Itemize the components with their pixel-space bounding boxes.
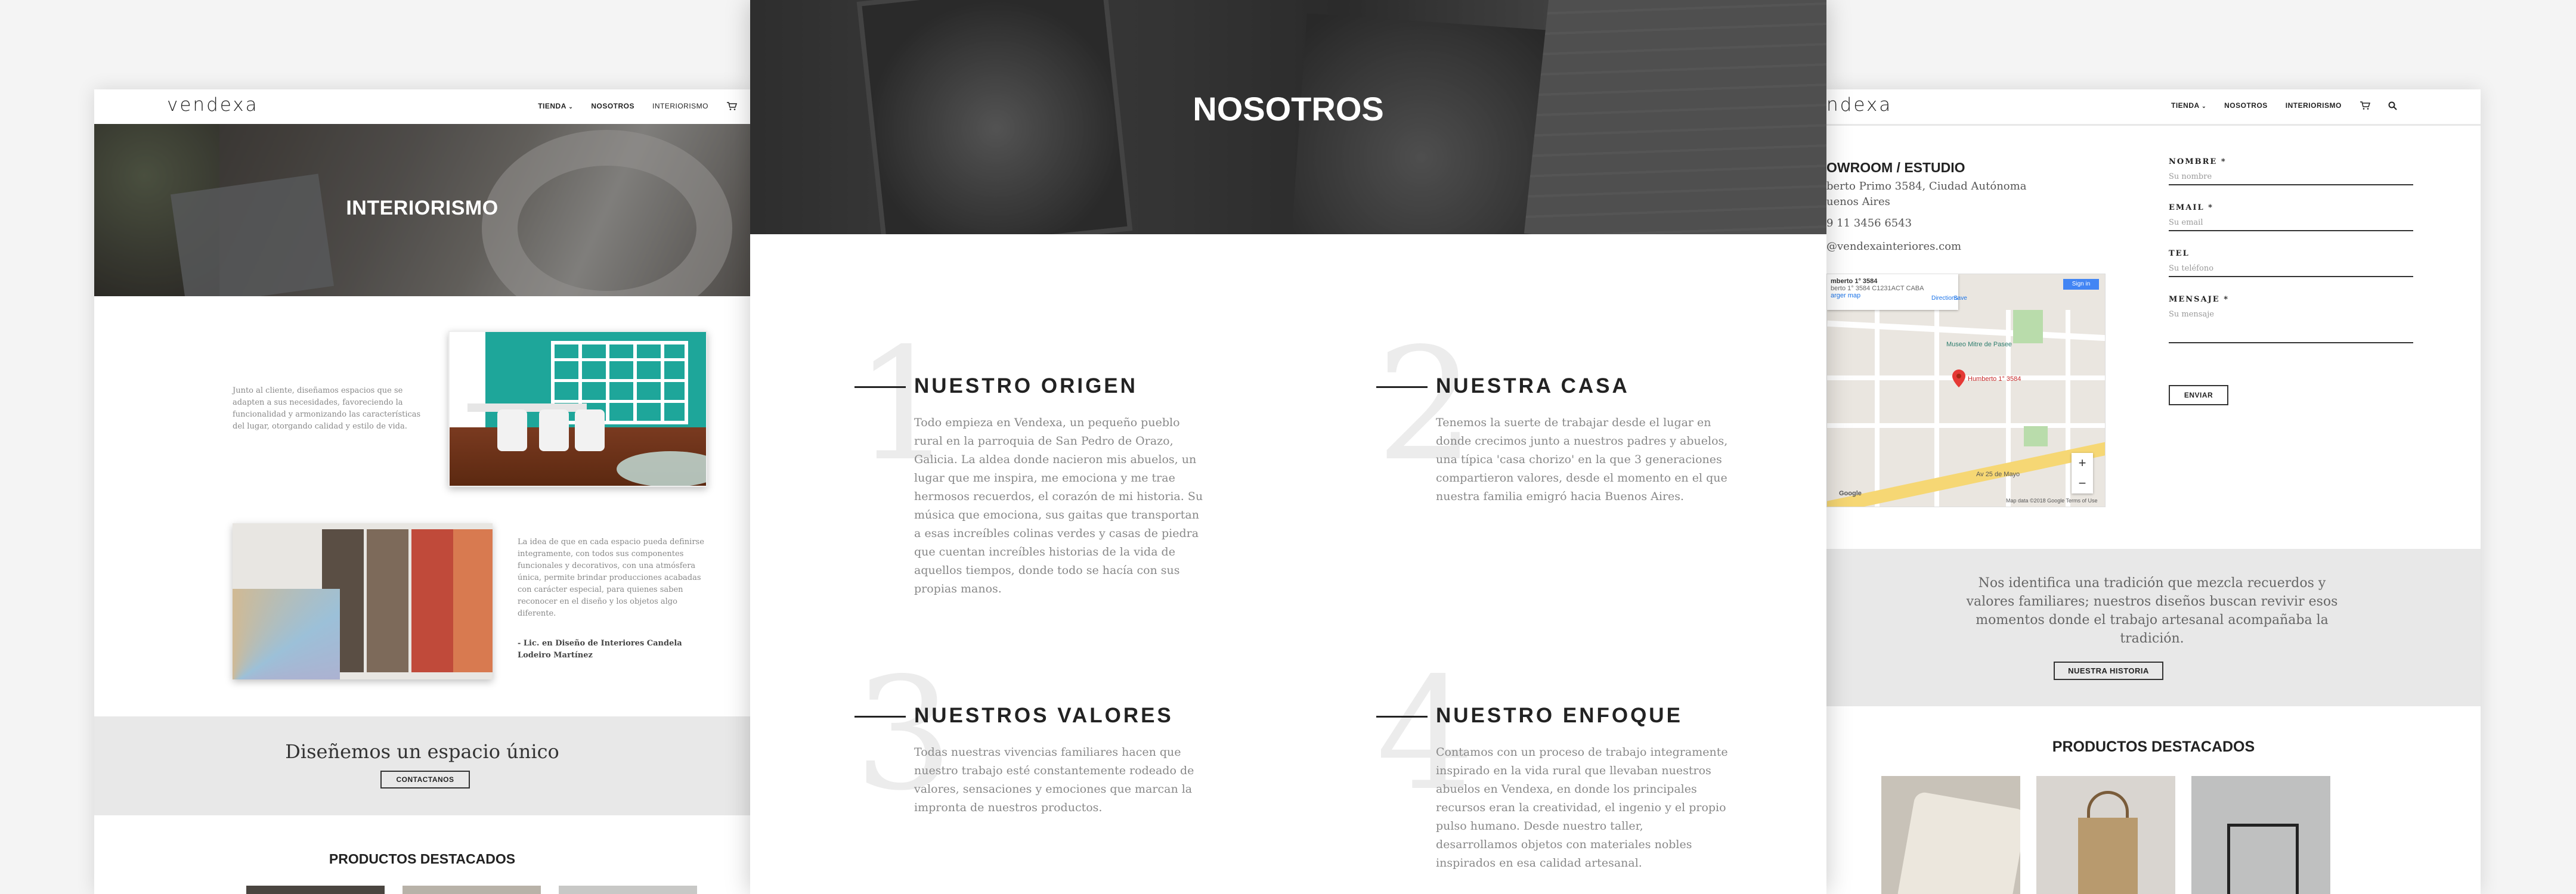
email-field: EMAIL * Su email (2169, 203, 2413, 231)
map-google-logo: Google (1839, 490, 1862, 497)
block-title: NUESTRA CASA (1436, 374, 1630, 398)
logo[interactable]: vendexa (167, 94, 259, 116)
top-nav: vendexa TIENDA ⌄ NOSOTROS INTERIORISMO (94, 89, 750, 124)
chevron-down-icon: ⌄ (568, 104, 574, 110)
page-title: INTERIORISMO (346, 197, 499, 219)
mensaje-label: MENSAJE * (2169, 295, 2230, 304)
map-museum-label: Museo Mitre de Pasee (1946, 341, 2012, 348)
interiorismo-page: vendexa TIENDA ⌄ NOSOTROS INTERIORISMO I… (94, 89, 750, 894)
tel-label: TEL (2169, 249, 2190, 258)
main-menu: TIENDA ⌄ NOSOTROS INTERIORISMO (2171, 101, 2397, 110)
block-divider (854, 716, 906, 718)
block-divider (854, 386, 906, 388)
contact-form: NOMBRE * Su nombre EMAIL * Su email TEL … (2169, 157, 2413, 361)
product-thumb[interactable] (559, 886, 697, 894)
block-title: NUESTRO ORIGEN (914, 374, 1138, 398)
products-title: PRODUCTOS DESTACADOS (2052, 738, 2255, 755)
map-footer: Map data ©2018 Google Terms of Use (2006, 498, 2098, 504)
hero-banner: NOSOTROS (750, 0, 1826, 234)
map-pin-label: Humberto 1° 3584 (1968, 375, 2021, 383)
email-input[interactable]: Su email (2169, 216, 2413, 231)
quote-author: - Lic. en Diseño de Interiores Candela L… (518, 639, 682, 660)
product-pillow-image[interactable] (1881, 776, 2020, 894)
mensaje-textarea[interactable]: Su mensaje (2169, 308, 2413, 343)
contacto-page: ndexa TIENDA ⌄ NOSOTROS INTERIORISMO OWR… (1826, 89, 2481, 894)
history-band: Nos identifica una tradición que mezcla … (1826, 549, 2481, 706)
nav-interiorismo[interactable]: INTERIORISMO (2286, 101, 2342, 110)
showroom-title: OWROOM / ESTUDIO (1826, 160, 1965, 175)
nosotros-page: NOSOTROS 1 NUESTRO ORIGEN Todo empieza e… (750, 0, 1826, 894)
cart-icon[interactable] (726, 101, 737, 111)
product-rack-image[interactable] (2191, 776, 2330, 894)
tel-input[interactable]: Su teléfono (2169, 262, 2413, 277)
contactanos-button[interactable]: CONTACTANOS (380, 771, 470, 789)
intro-text: Junto al cliente, diseñamos espacios que… (233, 386, 421, 431)
map-signin-button[interactable]: Sign in (2063, 279, 2099, 290)
products-title: PRODUCTOS DESTACADOS (329, 851, 516, 867)
band-text: Nos identifica una tradición que mezcla … (1966, 576, 2338, 646)
value-block: 4 NUESTRO ENFOQUE Contamos con un proces… (1376, 657, 1746, 873)
logo[interactable]: ndexa (1826, 94, 1892, 116)
swatch-image (233, 523, 493, 679)
cart-icon[interactable] (2360, 101, 2370, 110)
phone[interactable]: 9 11 3456 6543 (1826, 216, 1912, 231)
designer-quote: La idea de que en cada espacio pueda def… (518, 538, 704, 618)
nav-nosotros[interactable]: NOSOTROS (591, 102, 634, 110)
nav-tienda-label: TIENDA (538, 102, 566, 110)
value-block: 3 NUESTROS VALORES Todas nuestras vivenc… (854, 657, 1224, 817)
product-thumbnails (246, 886, 697, 894)
nav-divider (1826, 124, 2481, 126)
block-text: Contamos con un proceso de trabajo integ… (1436, 746, 1728, 870)
map-zoom-in[interactable]: + (2072, 453, 2093, 473)
block-title: NUESTRO ENFOQUE (1436, 704, 1683, 727)
nombre-label: NOMBRE * (2169, 157, 2227, 166)
cta-title: Diseñemos un espacio único (285, 740, 559, 763)
block-divider (1376, 716, 1428, 718)
tel-field: TEL Su teléfono (2169, 249, 2413, 277)
value-block: 1 NUESTRO ORIGEN Todo empieza en Vendexa… (854, 328, 1224, 598)
search-icon[interactable] (2388, 101, 2397, 110)
nav-tienda-label: TIENDA (2171, 101, 2200, 110)
main-menu: TIENDA ⌄ NOSOTROS INTERIORISMO (538, 101, 737, 111)
map-info-address: berto 1° 3584 C1231ACT CABA (1831, 285, 1924, 292)
map-zoom-controls: + − (2072, 453, 2093, 493)
cta-band: Diseñemos un espacio único CONTACTANOS (94, 716, 750, 815)
product-thumb[interactable] (246, 886, 385, 894)
map-save-link[interactable]: Save (1953, 295, 1967, 302)
block-text: Todas nuestras vivencias familiares hace… (914, 746, 1194, 814)
enviar-button[interactable]: ENVIAR (2169, 385, 2228, 405)
block-divider (1376, 386, 1428, 388)
nav-tienda[interactable]: TIENDA ⌄ (538, 102, 573, 110)
email-label: EMAIL * (2169, 203, 2213, 212)
google-map[interactable]: mberto 1° 3584 berto 1° 3584 C1231ACT CA… (1826, 274, 2106, 507)
block-text: Tenemos la suerte de trabajar desde el l… (1436, 416, 1728, 503)
value-block: 2 NUESTRA CASA Tenemos la suerte de trab… (1376, 328, 1746, 506)
nav-tienda[interactable]: TIENDA ⌄ (2171, 101, 2206, 110)
block-title: NUESTROS VALORES (914, 704, 1174, 727)
office-image (448, 331, 707, 487)
product-thumb[interactable] (402, 886, 541, 894)
map-zoom-out[interactable]: − (2072, 473, 2093, 493)
map-info-title: mberto 1° 3584 (1831, 278, 1878, 285)
product-bag-image[interactable] (2036, 776, 2175, 894)
nav-nosotros[interactable]: NOSOTROS (2224, 101, 2268, 110)
mensaje-field: MENSAJE * Su mensaje (2169, 295, 2413, 343)
email-link[interactable]: @vendexainteriores.com (1826, 239, 1961, 254)
map-street-label: Av 25 de Mayo (1976, 471, 2020, 478)
map-pin-icon[interactable] (1952, 370, 1965, 387)
nuestra-historia-button[interactable]: NUESTRA HISTORIA (2054, 662, 2163, 680)
top-nav: ndexa TIENDA ⌄ NOSOTROS INTERIORISMO (1826, 89, 2481, 126)
nav-interiorismo[interactable]: INTERIORISMO (652, 102, 708, 110)
hero-banner: INTERIORISMO (94, 124, 750, 296)
nombre-input[interactable]: Su nombre (2169, 170, 2413, 185)
page-title: NOSOTROS (1193, 90, 1384, 128)
block-text: Todo empieza en Vendexa, un pequeño pueb… (914, 416, 1203, 595)
product-thumbnails (1881, 776, 2330, 894)
map-info-box: mberto 1° 3584 berto 1° 3584 C1231ACT CA… (1827, 274, 1967, 310)
nombre-field: NOMBRE * Su nombre (2169, 157, 2413, 185)
chevron-down-icon: ⌄ (2202, 103, 2207, 109)
address: berto Primo 3584, Ciudad Autónoma uenos … (1826, 180, 2027, 208)
